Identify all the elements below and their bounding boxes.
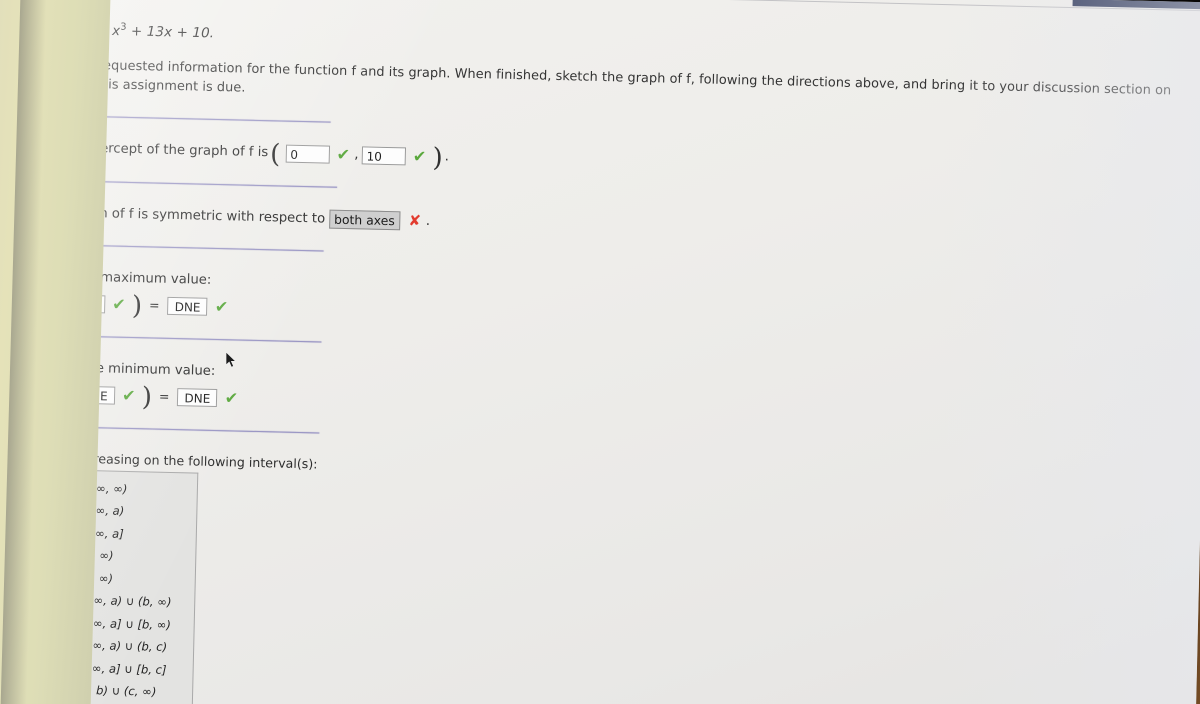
y-intercept-x-correct-icon: ✔ [336, 144, 351, 165]
relative-minimum-output-correct-icon: ✔ [224, 388, 239, 408]
y-intercept-y-correct-icon: ✔ [412, 146, 427, 166]
relative-minimum-equals: = [158, 388, 170, 405]
expression-base: x [111, 22, 121, 40]
symmetry-select[interactable]: both axes [328, 209, 401, 230]
relative-maximum-equals: = [148, 297, 160, 313]
symmetry-period: . [425, 213, 431, 229]
symmetry-incorrect-icon: ✘ [408, 211, 422, 230]
y-intercept-y-input[interactable]: 10 [361, 146, 406, 166]
symmetry-row: The graph of f is symmetric with respect… [40, 202, 1183, 248]
directions-text: Find the requested information for the f… [41, 56, 1172, 99]
relative-minimum-input-correct-icon: ✔ [121, 386, 136, 406]
y-intercept-x-input[interactable]: 0 [285, 144, 330, 164]
relative-maximum-output-correct-icon: ✔ [214, 297, 229, 317]
relative-maximum-output[interactable]: DNE [167, 297, 208, 317]
y-intercept-row: The y-intercept of the graph of f is ( 0… [42, 138, 1185, 184]
browser-page: Let f(x) = x3 + 13x + 10. Find the reque… [0, 0, 1200, 704]
assignment-content: Let f(x) = x3 + 13x + 10. Find the reque… [0, 0, 1200, 704]
relative-maximum-input-correct-icon: ✔ [112, 294, 126, 315]
y-intercept-comma: , [354, 147, 359, 163]
expression-rest: + 13x + 10. [126, 23, 215, 42]
y-intercept-period: . [444, 149, 450, 165]
increasing-heading: f is increasing on the following interva… [52, 449, 318, 472]
relative-minimum-output[interactable]: DNE [177, 388, 218, 408]
photograph-of-screen: Let f(x) = x3 + 13x + 10. Find the reque… [0, 0, 1200, 704]
